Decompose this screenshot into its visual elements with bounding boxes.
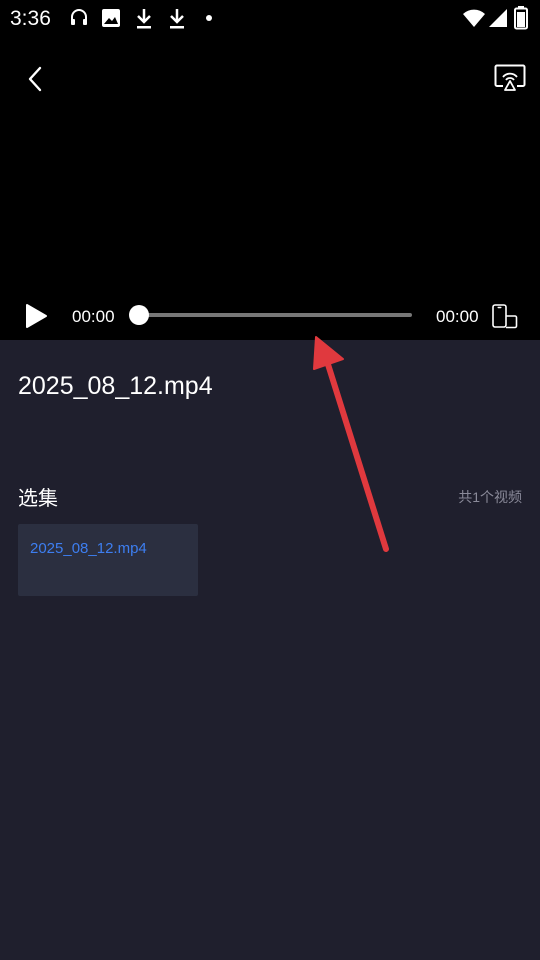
play-button[interactable]: [20, 300, 52, 332]
video-title: 2025_08_12.mp4: [18, 372, 213, 400]
signal-icon: [489, 9, 507, 27]
dot-icon: [206, 15, 212, 21]
screen-cast-icon: [494, 64, 526, 91]
episode-label: 2025_08_12.mp4: [30, 540, 147, 557]
download-icon: [137, 9, 151, 29]
progress-bar[interactable]: [140, 313, 412, 317]
play-icon: [26, 304, 47, 328]
status-time: 3:36: [10, 7, 51, 30]
image-icon: [102, 9, 120, 27]
back-button[interactable]: [18, 60, 52, 98]
total-time: 00:00: [436, 307, 479, 326]
current-time: 00:00: [72, 307, 115, 326]
chevron-left-icon: [28, 66, 42, 92]
cast-button[interactable]: [491, 60, 529, 96]
episodes-section-title: 选集: [18, 488, 58, 510]
progress-thumb[interactable]: [129, 305, 149, 325]
battery-icon: [514, 6, 528, 30]
wifi-icon: [463, 9, 485, 27]
download-icon: [170, 9, 184, 29]
headphones-icon: [71, 9, 87, 25]
video-player[interactable]: 3:36 00:00 00:00: [0, 0, 540, 340]
status-bar: 3:36: [0, 0, 540, 36]
episode-count: 共1个视频: [458, 489, 522, 505]
rotate-screen-icon[interactable]: [490, 302, 520, 332]
episode-item[interactable]: 2025_08_12.mp4: [18, 524, 198, 596]
